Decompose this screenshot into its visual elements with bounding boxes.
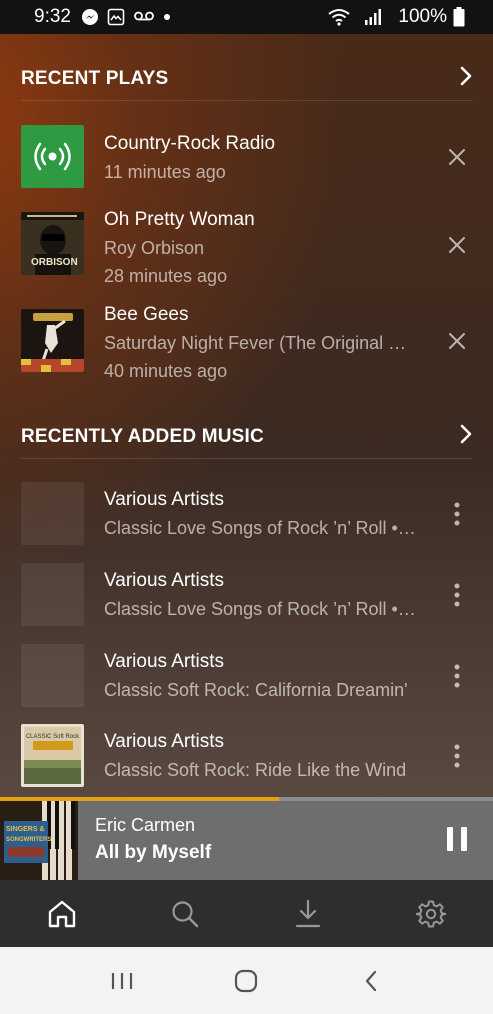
album-art-classic-soft-rock: CLASSIC Soft Rock: [21, 724, 84, 787]
tab-search[interactable]: [155, 884, 215, 944]
recent-play-title: Oh Pretty Woman: [104, 209, 255, 230]
signal-icon: [364, 9, 382, 25]
recent-play-time: 40 minutes ago: [104, 361, 228, 381]
voicemail-icon: [133, 10, 155, 24]
album-art-placeholder: [21, 644, 84, 707]
search-icon: [172, 900, 199, 927]
tab-home[interactable]: [32, 884, 92, 944]
photo-icon: [107, 8, 125, 26]
pause-icon-bar: [447, 827, 453, 851]
remove-button[interactable]: [445, 145, 469, 169]
more-vert-icon: [454, 744, 460, 768]
recently-added-item[interactable]: Various Artists Classic Love Songs of Ro…: [0, 482, 493, 546]
more-vert-icon: [454, 583, 460, 607]
more-vert-icon: [454, 664, 460, 688]
recent-play-item[interactable]: ORBISON Oh Pretty Woman Roy Orbison 28 m…: [0, 209, 493, 286]
recent-play-item[interactable]: Bee Gees Saturday Night Fever (The Origi…: [0, 304, 493, 381]
recent-play-subtitle: Roy Orbison: [104, 238, 205, 258]
now-playing-art: SINGERS & SONGWRITERS: [0, 801, 78, 880]
album-artist: Various Artists: [104, 651, 225, 672]
app-screen: 9:32 100% RECENT PLAYS Country-Rock Radi…: [0, 0, 493, 1014]
recent-apps-button[interactable]: [92, 956, 152, 1006]
recently-added-title: RECENTLY ADDED MUSIC: [21, 425, 264, 447]
album-art-placeholder: [21, 482, 84, 545]
back-icon: [365, 970, 376, 991]
radio-icon: [34, 142, 71, 171]
album-artist: Various Artists: [104, 570, 225, 591]
more-options-button[interactable]: [445, 744, 469, 768]
chevron-right-icon[interactable]: [459, 66, 473, 91]
system-nav-bar: [0, 947, 493, 1014]
chevron-right-icon[interactable]: [459, 424, 473, 449]
album-art-roy-orbison: ORBISON: [21, 212, 84, 275]
pause-button[interactable]: [447, 827, 467, 851]
recently-added-header[interactable]: RECENTLY ADDED MUSIC: [21, 424, 473, 449]
dot-icon: [163, 13, 171, 21]
remove-button[interactable]: [445, 233, 469, 257]
album-title: Classic Soft Rock: California Dreamin': [104, 680, 408, 700]
recent-play-title: Country-Rock Radio: [104, 133, 276, 154]
close-icon: [449, 149, 465, 165]
now-playing-artist: Eric Carmen: [95, 815, 196, 835]
tab-downloads[interactable]: [278, 884, 338, 944]
recent-plays-title: RECENT PLAYS: [21, 67, 169, 89]
battery-icon: [453, 7, 465, 27]
album-title: Classic Love Songs of Rock ’n’ Roll •…: [104, 599, 416, 619]
divider: [21, 458, 473, 459]
recent-plays-header[interactable]: RECENT PLAYS: [21, 66, 473, 91]
album-art-saturday-night-fever: [21, 309, 84, 372]
tab-settings[interactable]: [401, 884, 461, 944]
recently-added-item[interactable]: Various Artists Classic Soft Rock: Calif…: [0, 644, 493, 708]
mini-player[interactable]: SINGERS & SONGWRITERS Eric Carmen All by…: [0, 797, 493, 880]
more-options-button[interactable]: [445, 664, 469, 688]
recent-play-title: Bee Gees: [104, 304, 189, 325]
svg-text:ORBISON: ORBISON: [31, 257, 78, 268]
svg-text:SONGWRITERS: SONGWRITERS: [6, 837, 51, 843]
more-vert-icon: [454, 502, 460, 526]
now-playing-track: All by Myself: [95, 842, 212, 863]
radio-station-thumb: [21, 125, 84, 188]
album-title: Classic Love Songs of Rock ’n’ Roll •…: [104, 518, 416, 538]
download-icon: [296, 899, 321, 927]
recently-added-item[interactable]: Various Artists Classic Love Songs of Ro…: [0, 563, 493, 627]
divider: [21, 100, 473, 101]
wifi-icon: [328, 8, 351, 26]
album-art-placeholder: [21, 563, 84, 626]
recently-added-item[interactable]: CLASSIC Soft Rock Various Artists Classi…: [0, 724, 493, 788]
home-circle-icon: [235, 969, 258, 992]
battery-percent: 100%: [398, 6, 447, 27]
bottom-tab-bar: [0, 880, 493, 947]
close-icon: [449, 237, 465, 253]
back-button[interactable]: [341, 956, 401, 1006]
status-time: 9:32: [34, 6, 71, 27]
more-options-button[interactable]: [445, 583, 469, 607]
album-art-text: CLASSIC Soft Rock: [26, 734, 80, 740]
settings-icon: [416, 900, 447, 927]
remove-button[interactable]: [445, 329, 469, 353]
album-artist: Various Artists: [104, 489, 225, 510]
status-bar: 9:32 100%: [0, 0, 493, 34]
more-options-button[interactable]: [445, 502, 469, 526]
svg-text:SINGERS &: SINGERS &: [6, 826, 45, 833]
recent-apps-icon: [112, 972, 133, 989]
home-button[interactable]: [216, 956, 276, 1006]
recent-play-time: 28 minutes ago: [104, 266, 228, 286]
recent-play-subtitle: Saturday Night Fever (The Original …: [104, 333, 407, 353]
close-icon: [449, 333, 465, 349]
album-title: Classic Soft Rock: Ride Like the Wind: [104, 760, 407, 780]
recent-play-item[interactable]: Country-Rock Radio 11 minutes ago: [0, 125, 493, 189]
messenger-icon: [81, 8, 99, 26]
pause-icon-bar: [461, 827, 467, 851]
recent-play-time: 11 minutes ago: [104, 162, 226, 182]
home-icon: [48, 900, 75, 927]
album-artist: Various Artists: [104, 731, 225, 752]
